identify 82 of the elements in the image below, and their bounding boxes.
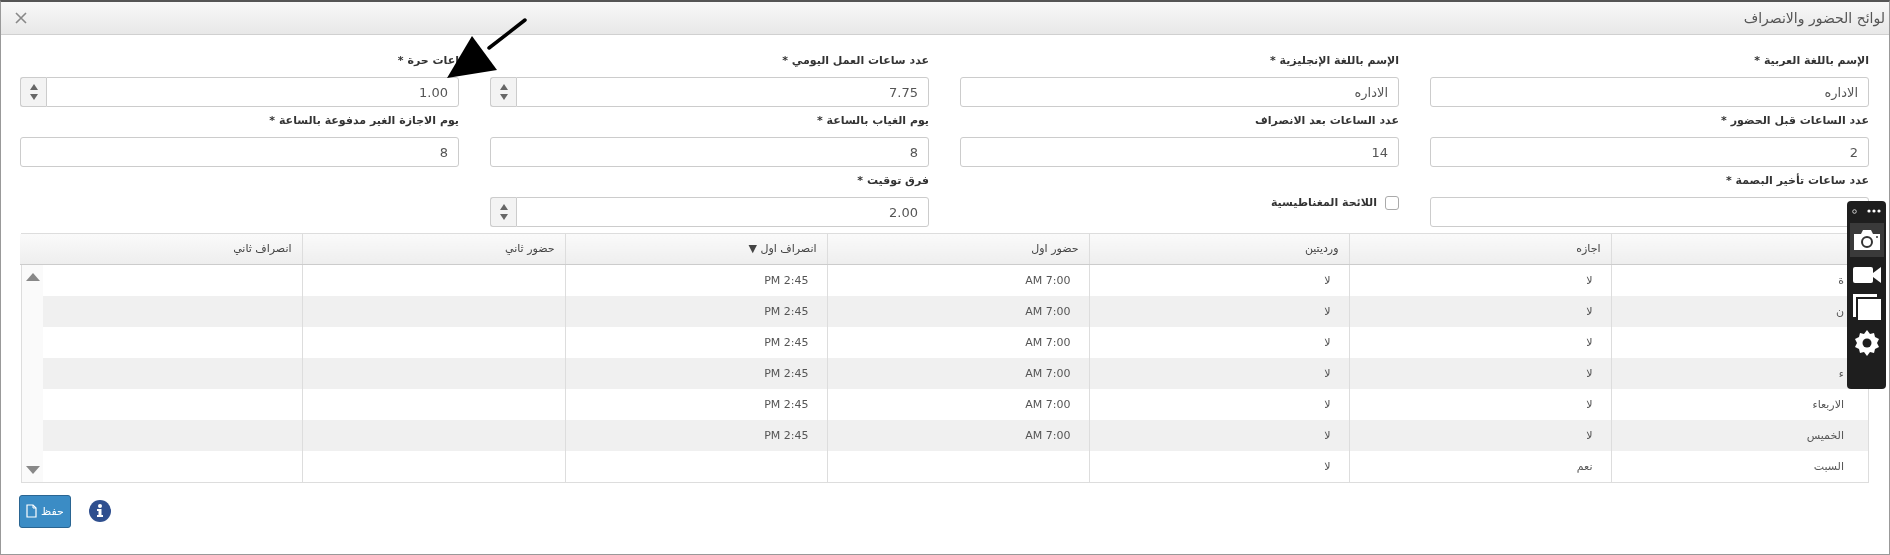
number-field[interactable]: 2.00 bbox=[516, 197, 929, 227]
table-cell: AM 7:00 bbox=[1025, 397, 1071, 411]
table-cell: AM 7:00 bbox=[1025, 304, 1071, 318]
column-header[interactable]: حضور اول bbox=[1031, 242, 1079, 256]
field-label: فرق توقيت * bbox=[857, 173, 929, 189]
text-field[interactable]: الاداره bbox=[1430, 77, 1869, 107]
field-label: يوم الاجازة الغير مدفوعة بالساعة * bbox=[269, 113, 459, 129]
text-field[interactable]: 8 bbox=[20, 137, 459, 167]
text-field[interactable]: 2 bbox=[1430, 137, 1869, 167]
column-header[interactable]: انصراف ثاني bbox=[233, 242, 292, 256]
spin-down-icon[interactable] bbox=[29, 94, 38, 100]
spin-down-icon[interactable] bbox=[499, 214, 508, 220]
text-field[interactable]: 8 bbox=[490, 137, 929, 167]
more-icon[interactable] bbox=[1867, 209, 1881, 213]
table-cell: لا bbox=[1324, 428, 1331, 442]
text-field[interactable]: الاداره bbox=[960, 77, 1399, 107]
table-cell: PM 2:45 bbox=[764, 273, 809, 287]
column-header[interactable]: ورديتين bbox=[1304, 242, 1339, 256]
field-label: عدد الساعات قبل الحضور * bbox=[1721, 113, 1869, 129]
table-cell: الخميس bbox=[1806, 428, 1844, 442]
close-icon[interactable] bbox=[15, 12, 27, 24]
windows-icon[interactable] bbox=[1851, 293, 1882, 321]
table-cell: لا bbox=[1586, 273, 1593, 287]
table-cell: AM 7:00 bbox=[1025, 428, 1071, 442]
window-title: لوائح الحضور والانصراف bbox=[1743, 10, 1885, 26]
video-camera-icon[interactable] bbox=[1851, 265, 1882, 285]
field-label: عدد ساعات العمل اليومي * bbox=[782, 53, 929, 69]
table-cell: لا bbox=[1324, 397, 1331, 411]
table-cell: PM 2:45 bbox=[764, 304, 809, 318]
field-label: يوم الغياب بالساعة * bbox=[817, 113, 929, 129]
spin-buttons[interactable] bbox=[20, 77, 46, 107]
table-cell: لا bbox=[1586, 397, 1593, 411]
field-label: الإسم باللغة الإنجليزية * bbox=[1269, 53, 1399, 69]
table-cell: نعم bbox=[1576, 459, 1593, 473]
table-cell: لا bbox=[1324, 304, 1331, 318]
table-cell: AM 7:00 bbox=[1025, 366, 1071, 380]
save-button[interactable]: حفظ bbox=[19, 494, 71, 528]
number-field[interactable]: 1.00 bbox=[46, 77, 459, 107]
table-cell: لا bbox=[1324, 335, 1331, 349]
table-cell: لا bbox=[1586, 366, 1593, 380]
scrollbar[interactable] bbox=[22, 264, 43, 482]
checkbox-label: اللائحة المغناطيسية bbox=[1270, 195, 1377, 211]
table-cell: ء bbox=[1838, 366, 1844, 380]
spin-up-icon[interactable] bbox=[499, 84, 508, 90]
spin-down-icon[interactable] bbox=[499, 94, 508, 100]
document-icon bbox=[26, 504, 38, 518]
checkbox[interactable] bbox=[1385, 196, 1399, 210]
text-field[interactable]: 14 bbox=[960, 137, 1399, 167]
settings-icon[interactable] bbox=[1852, 329, 1881, 357]
table-cell: الاربعاء bbox=[1812, 397, 1844, 411]
table-cell: PM 2:45 bbox=[764, 366, 809, 380]
spin-buttons[interactable] bbox=[490, 197, 516, 227]
small-circle-icon[interactable] bbox=[1852, 208, 1857, 214]
table-cell: لا bbox=[1324, 273, 1331, 287]
table-cell: AM 7:00 bbox=[1025, 273, 1071, 287]
table-cell: ن bbox=[1835, 304, 1844, 318]
table-cell: لا bbox=[1324, 459, 1331, 473]
scroll-down-icon[interactable] bbox=[25, 465, 40, 474]
number-field[interactable]: 7.75 bbox=[516, 77, 929, 107]
camera-icon[interactable] bbox=[1851, 228, 1882, 252]
table-cell: AM 7:00 bbox=[1025, 335, 1071, 349]
info-icon[interactable] bbox=[89, 500, 111, 522]
spin-buttons[interactable] bbox=[490, 77, 516, 107]
table-cell: PM 2:45 bbox=[764, 397, 809, 411]
column-header[interactable]: انصراف اول ▼ bbox=[748, 242, 817, 256]
table-cell: لا bbox=[1586, 335, 1593, 349]
table-cell: لا bbox=[1586, 304, 1593, 318]
table-cell: لا bbox=[1324, 366, 1331, 380]
table-cell: PM 2:45 bbox=[764, 335, 809, 349]
table-cell: ة bbox=[1838, 273, 1844, 287]
spin-up-icon[interactable] bbox=[499, 204, 508, 210]
table-cell: السبت bbox=[1813, 459, 1844, 473]
field-label: عدد الساعات بعد الانصراف bbox=[1255, 113, 1399, 129]
field-label: عدد ساعات تأخير البصمة * bbox=[1725, 173, 1869, 189]
table-cell: لا bbox=[1586, 428, 1593, 442]
table-cell: PM 2:45 bbox=[764, 428, 809, 442]
column-header[interactable]: اجازه bbox=[1576, 242, 1601, 256]
text-field[interactable] bbox=[1430, 197, 1869, 227]
column-header[interactable]: حضور ثاني bbox=[505, 242, 555, 256]
field-label: الإسم باللغة العربية * bbox=[1754, 53, 1869, 69]
spin-up-icon[interactable] bbox=[29, 84, 38, 90]
scroll-up-icon[interactable] bbox=[25, 272, 40, 281]
